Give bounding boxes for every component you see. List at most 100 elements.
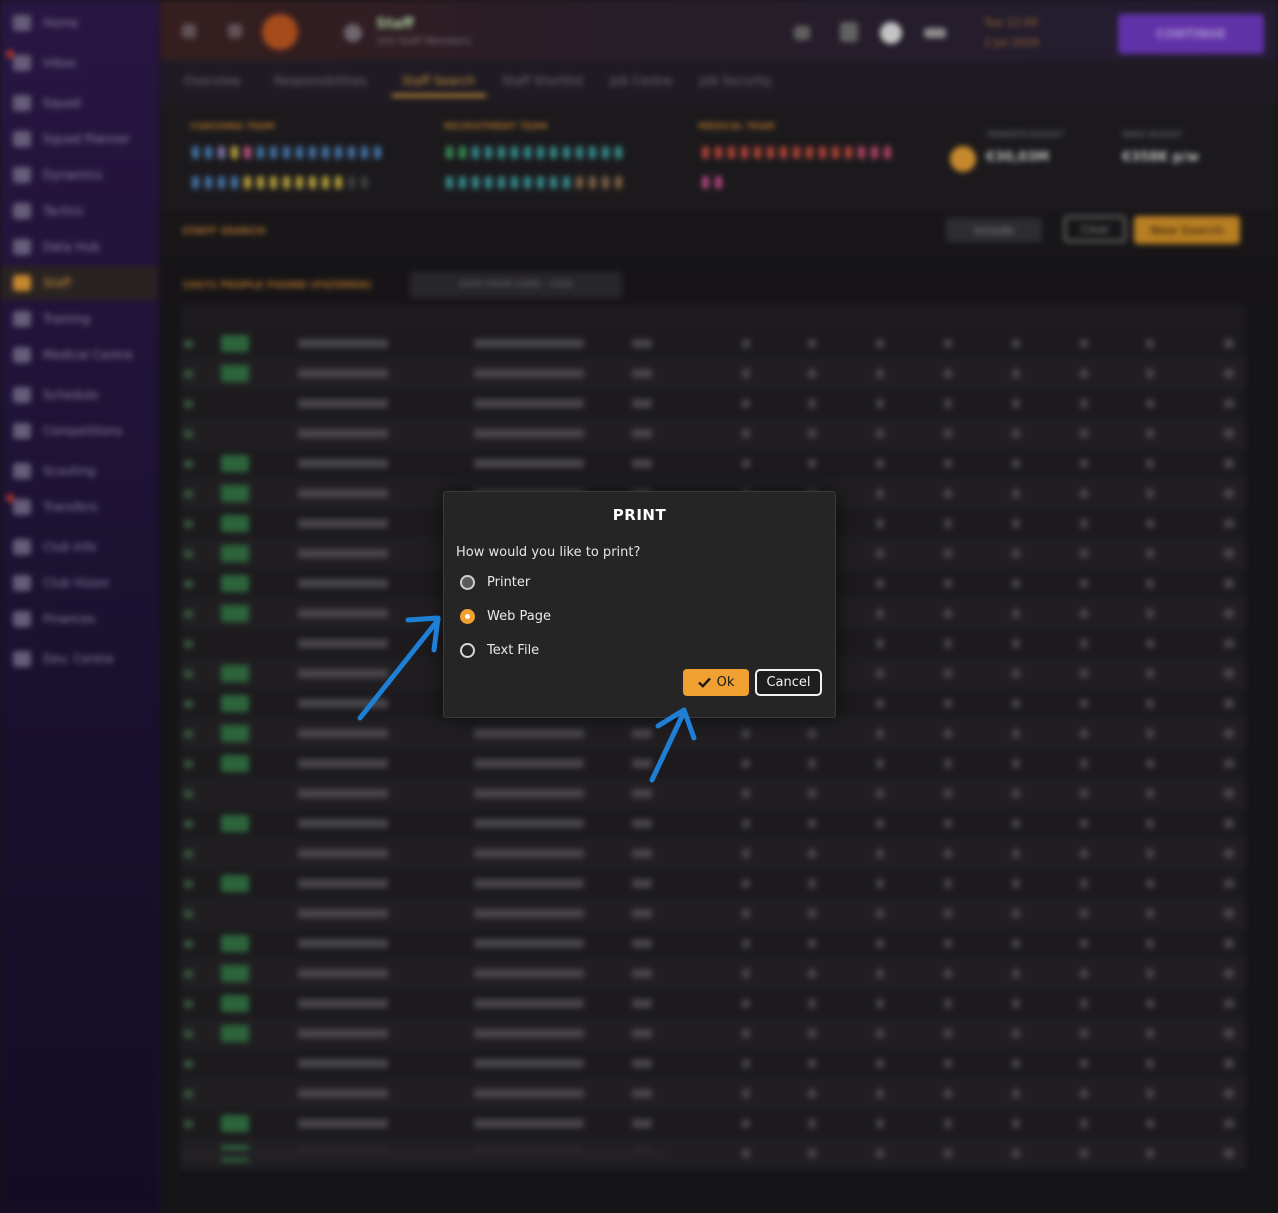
tab-responsibilities[interactable]: Responsibilities xyxy=(274,74,367,88)
help-icon[interactable] xyxy=(880,22,902,44)
sidebar-item-transfers[interactable]: Transfers xyxy=(0,490,158,524)
table-row[interactable] xyxy=(180,839,1246,869)
sidebar-item-training[interactable]: Training xyxy=(0,302,158,336)
table-row[interactable] xyxy=(180,809,1246,839)
table-row[interactable] xyxy=(180,959,1246,989)
table-row[interactable] xyxy=(180,989,1246,1019)
table-cell xyxy=(1080,369,1088,378)
club-badge[interactable] xyxy=(262,14,298,50)
row-checkbox[interactable] xyxy=(184,670,193,678)
cancel-button[interactable]: Cancel xyxy=(755,669,822,696)
sidebar-item-squad[interactable]: Squad xyxy=(0,86,158,120)
sidebar-item-squad-planner[interactable]: Squad Planner xyxy=(0,122,158,156)
row-checkbox[interactable] xyxy=(184,370,193,378)
table-row[interactable] xyxy=(180,419,1246,449)
row-checkbox[interactable] xyxy=(184,1090,193,1098)
sidebar-item-schedule[interactable]: Schedule xyxy=(0,378,158,412)
status-badge xyxy=(221,365,249,382)
row-checkbox[interactable] xyxy=(184,490,193,498)
row-checkbox[interactable] xyxy=(184,1000,193,1008)
continue-button[interactable]: CONTINUE xyxy=(1118,14,1264,54)
sidebar-item-inbox[interactable]: Inbox xyxy=(0,46,158,80)
table-row[interactable] xyxy=(180,1049,1246,1079)
table-row[interactable] xyxy=(180,779,1246,809)
row-checkbox[interactable] xyxy=(184,1120,193,1128)
row-checkbox[interactable] xyxy=(184,880,193,888)
tab-job-security[interactable]: Job Security xyxy=(700,74,772,88)
row-checkbox[interactable] xyxy=(184,640,193,648)
ok-button[interactable]: Ok xyxy=(683,669,749,696)
table-cell xyxy=(944,609,952,618)
row-checkbox[interactable] xyxy=(184,1060,193,1068)
table-cell xyxy=(1012,579,1020,588)
row-checkbox[interactable] xyxy=(184,460,193,468)
row-checkbox[interactable] xyxy=(184,1030,193,1038)
printer-radio[interactable] xyxy=(460,574,475,590)
sidebar-item-scouting[interactable]: Scouting xyxy=(0,454,158,488)
table-row[interactable] xyxy=(180,449,1246,479)
row-checkbox[interactable] xyxy=(184,910,193,918)
table-row[interactable] xyxy=(180,749,1246,779)
row-checkbox[interactable] xyxy=(184,850,193,858)
sidebar-item-club-vision[interactable]: Club Vision xyxy=(0,566,158,600)
table-row[interactable] xyxy=(180,899,1246,929)
sidebar-item-dynamics[interactable]: Dynamics xyxy=(0,158,158,192)
back-arrow-icon[interactable] xyxy=(182,24,196,38)
shield-icon[interactable] xyxy=(840,22,858,42)
row-checkbox[interactable] xyxy=(184,940,193,948)
table-row[interactable] xyxy=(180,1109,1246,1139)
printer-option[interactable]: Printer xyxy=(460,571,530,593)
web-page-radio[interactable] xyxy=(460,608,475,624)
clear-button[interactable]: Clear xyxy=(1064,216,1126,242)
sidebar-item-club-info[interactable]: Club Info xyxy=(0,530,158,564)
forward-arrow-icon[interactable] xyxy=(228,24,242,38)
include-dropdown[interactable]: Include xyxy=(946,218,1042,242)
trophy-icon xyxy=(13,423,31,439)
sidebar-item-staff[interactable]: Staff xyxy=(0,266,158,300)
table-row[interactable] xyxy=(180,1019,1246,1049)
sidebar-item-dev-centre[interactable]: Dev. Centre xyxy=(0,642,158,676)
sidebar-item-data-hub[interactable]: Data Hub xyxy=(0,230,158,264)
table-cell xyxy=(1080,879,1088,888)
table-row[interactable] xyxy=(180,359,1246,389)
fm-icon[interactable] xyxy=(924,28,946,38)
row-checkbox[interactable] xyxy=(184,760,193,768)
row-checkbox[interactable] xyxy=(184,700,193,708)
row-checkbox[interactable] xyxy=(184,730,193,738)
sidebar-item-home[interactable]: Home xyxy=(0,6,158,40)
tab-staff-search[interactable]: Staff Search xyxy=(402,74,475,88)
table-row[interactable] xyxy=(180,329,1246,359)
sidebar-item-tactics[interactable]: Tactics xyxy=(0,194,158,228)
web-page-option[interactable]: Web Page xyxy=(460,605,551,627)
tab-job-centre[interactable]: Job Centre xyxy=(610,74,672,88)
table-row[interactable] xyxy=(180,869,1246,899)
text-file-option[interactable]: Text File xyxy=(460,639,539,661)
horizontal-scrollbar[interactable] xyxy=(180,1150,670,1158)
table-row[interactable] xyxy=(180,929,1246,959)
row-checkbox[interactable] xyxy=(184,340,193,348)
data-source-dropdown[interactable]: DATA FROM GAME - 2026 xyxy=(410,272,622,298)
table-row[interactable] xyxy=(180,389,1246,419)
row-checkbox[interactable] xyxy=(184,970,193,978)
sidebar-item-finances[interactable]: Finances xyxy=(0,602,158,636)
sidebar-item-competitions[interactable]: Competitions xyxy=(0,414,158,448)
new-search-button[interactable]: New Search xyxy=(1134,216,1240,244)
table-cell xyxy=(742,999,750,1008)
text-file-radio[interactable] xyxy=(460,642,475,658)
row-checkbox[interactable] xyxy=(184,610,193,618)
search-icon[interactable] xyxy=(344,24,362,42)
table-row[interactable] xyxy=(180,1079,1246,1109)
table-row[interactable] xyxy=(180,719,1246,749)
row-checkbox[interactable] xyxy=(184,550,193,558)
tab-overview[interactable]: Overview xyxy=(184,74,241,88)
row-checkbox[interactable] xyxy=(184,580,193,588)
sidebar-item-medical-centre[interactable]: Medical Centre xyxy=(0,338,158,372)
row-checkbox[interactable] xyxy=(184,520,193,528)
row-checkbox[interactable] xyxy=(184,400,193,408)
table-cell xyxy=(298,1059,388,1068)
row-checkbox[interactable] xyxy=(184,820,193,828)
row-checkbox[interactable] xyxy=(184,790,193,798)
tab-staff-shortlist[interactable]: Staff Shortlist xyxy=(502,74,584,88)
row-checkbox[interactable] xyxy=(184,430,193,438)
edit-icon[interactable] xyxy=(794,26,810,40)
